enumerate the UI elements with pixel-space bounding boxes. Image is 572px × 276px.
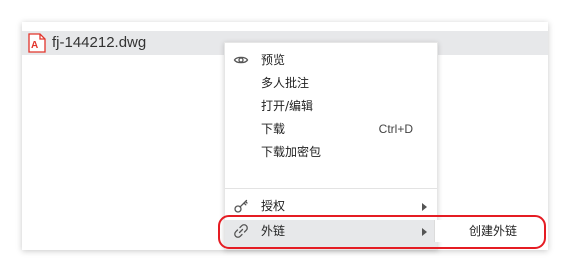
menu-item-external-link[interactable]: 外链 [225, 220, 437, 242]
menu-divider [225, 188, 437, 189]
menu-item-label: 多人批注 [261, 76, 310, 90]
menu-item-open-edit[interactable]: 打开/编辑 [225, 95, 437, 117]
submenu-item-label: 创建外链 [469, 224, 518, 238]
menu-item-label: 下载 [261, 122, 286, 136]
menu-item-download-encrypted[interactable]: 下载加密包 [225, 141, 437, 163]
menu-item-label: 打开/编辑 [261, 99, 314, 113]
chevron-right-icon [422, 203, 427, 211]
menu-item-label: 外链 [261, 224, 286, 238]
menu-item-preview[interactable]: 预览 [225, 49, 437, 71]
menu-item-download[interactable]: 下载 Ctrl+D [225, 118, 437, 140]
external-link-submenu: 创建外链 [434, 220, 547, 242]
menu-item-label: 下载加密包 [261, 145, 322, 159]
pdf-file-icon: A [28, 33, 46, 53]
eye-icon [233, 52, 249, 68]
file-list-panel: A fj-144212.dwg 预览 多人批注 打开/编辑 下载 Ctrl+D [22, 22, 548, 250]
shortcut-text: Ctrl+D [378, 122, 413, 136]
submenu-item-create-link[interactable]: 创建外链 [435, 220, 547, 242]
menu-item-annotate[interactable]: 多人批注 [225, 72, 437, 94]
menu-item-authorize[interactable]: 授权 [225, 195, 437, 217]
context-menu: 预览 多人批注 打开/编辑 下载 Ctrl+D 下载加密包 授权 [224, 42, 438, 250]
menu-item-label: 预览 [261, 53, 286, 67]
link-icon [233, 223, 249, 239]
chevron-right-icon [422, 228, 427, 236]
menu-item-label: 授权 [261, 199, 286, 213]
svg-text:A: A [31, 40, 38, 51]
key-icon [233, 198, 249, 214]
file-name[interactable]: fj-144212.dwg [52, 34, 146, 52]
